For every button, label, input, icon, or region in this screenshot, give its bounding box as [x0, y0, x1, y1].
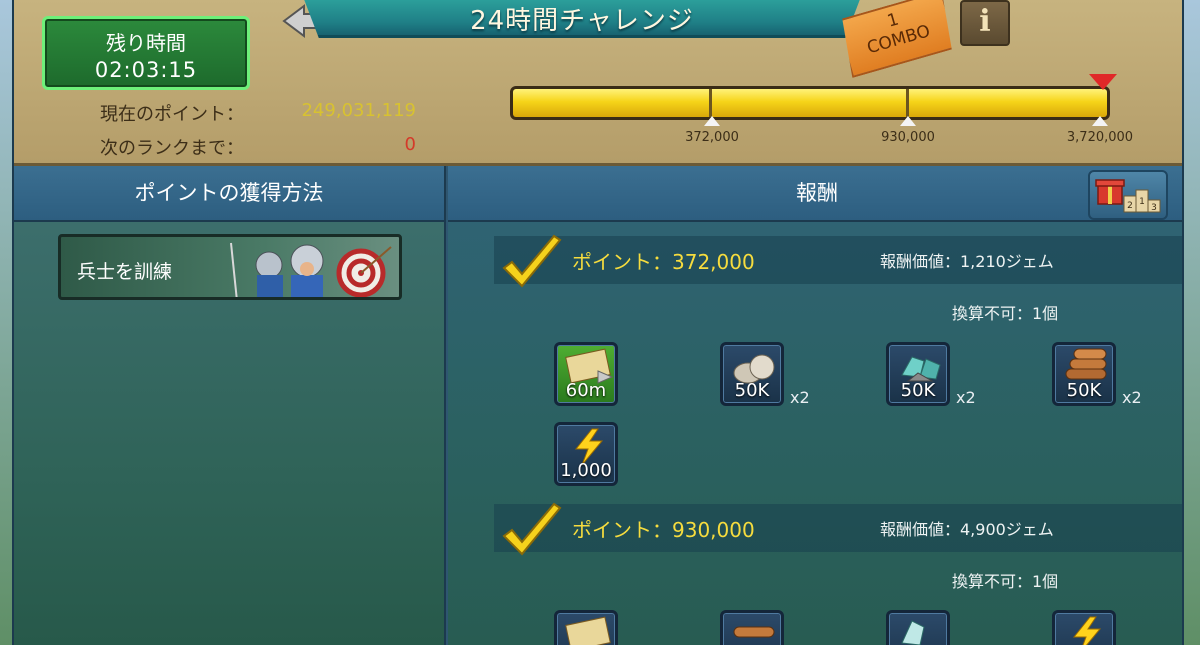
- milestone-marker-icon: [900, 116, 916, 126]
- item-multiplier: x2: [790, 388, 810, 407]
- current-points-label: 現在のポイント：: [100, 104, 244, 125]
- next-rank-value: 0: [404, 134, 416, 155]
- rewards-header: 報酬: [448, 166, 1182, 222]
- milestone-label: 930,000: [881, 130, 935, 145]
- item-amount: 50K: [900, 380, 936, 401]
- points-progress-bar: [510, 86, 1110, 120]
- progress-divider: [906, 89, 909, 117]
- rewards-list: ポイント：372,000 報酬価値：1,210ジェム 換算不可：1個 60m 5…: [448, 222, 1182, 645]
- milestone-marker-icon: [704, 116, 720, 126]
- item-amount: 1,000: [560, 460, 612, 481]
- info-button[interactable]: i: [960, 0, 1010, 46]
- checkmark-icon: [502, 502, 562, 556]
- gift-podium-icon: 2 1 3: [1095, 179, 1161, 213]
- rank-rewards-button[interactable]: 2 1 3: [1088, 170, 1168, 220]
- tier-no-convert: 換算不可：1個: [952, 572, 1059, 591]
- timber-icon[interactable]: 50K: [1052, 342, 1116, 406]
- title-ribbon: 24時間チャレンジ: [302, 0, 862, 38]
- svg-text:3: 3: [1151, 203, 1157, 213]
- speedup-scroll-icon[interactable]: [554, 610, 618, 645]
- earn-methods-panel: 兵士を訓練: [14, 222, 446, 645]
- header-panel: 24時間チャレンジ 1 COMBO i 残り時間 02:03:15 現在のポイン…: [14, 0, 1182, 166]
- item-amount: 50K: [1066, 380, 1102, 401]
- background-right: [1184, 0, 1200, 645]
- energy-icon[interactable]: [1052, 610, 1116, 645]
- progress-divider: [709, 89, 712, 117]
- item-multiplier: x2: [956, 388, 976, 407]
- train-troops-card[interactable]: 兵士を訓練: [58, 234, 402, 300]
- challenge-window: 24時間チャレンジ 1 COMBO i 残り時間 02:03:15 現在のポイン…: [12, 0, 1184, 645]
- milestone-marker-icon: [1092, 116, 1108, 126]
- ore-icon[interactable]: 50K: [886, 342, 950, 406]
- energy-icon[interactable]: 1,000: [554, 422, 618, 486]
- progress-fill: [513, 89, 1107, 117]
- current-position-marker-icon: [1089, 74, 1117, 90]
- timer-value: 02:03:15: [94, 58, 198, 82]
- item-amount: 50K: [734, 380, 770, 401]
- train-troops-label: 兵士を訓練: [77, 261, 173, 283]
- earn-points-header: ポイントの獲得方法: [14, 166, 446, 222]
- svg-text:2: 2: [1127, 201, 1133, 211]
- current-points-value: 249,031,119: [301, 100, 416, 121]
- timer-label: 残り時間: [106, 31, 186, 55]
- item-amount: 60m: [565, 380, 607, 401]
- milestone-label: 372,000: [685, 130, 739, 145]
- milestone-label: 3,720,000: [1066, 130, 1134, 145]
- info-icon: i: [979, 4, 991, 39]
- tier-no-convert: 換算不可：1個: [952, 304, 1059, 323]
- page-title: 24時間チャレンジ: [470, 6, 694, 36]
- remaining-time-box: 残り時間 02:03:15: [42, 16, 250, 90]
- stone-icon[interactable]: 50K: [720, 342, 784, 406]
- tier-gem-value: 報酬価値：4,900ジェム: [880, 520, 1054, 539]
- next-rank-label: 次のランクまで：: [100, 138, 244, 159]
- tier-points: ポイント：372,000: [572, 250, 755, 274]
- svg-text:1: 1: [1139, 197, 1145, 207]
- item-multiplier: x2: [1122, 388, 1142, 407]
- speedup-scroll-icon[interactable]: 60m: [554, 342, 618, 406]
- checkmark-icon: [502, 234, 562, 288]
- ore-icon[interactable]: [886, 610, 950, 645]
- tier-gem-value: 報酬価値：1,210ジェム: [880, 252, 1054, 271]
- timber-icon[interactable]: [720, 610, 784, 645]
- tier-points: ポイント：930,000: [572, 518, 755, 542]
